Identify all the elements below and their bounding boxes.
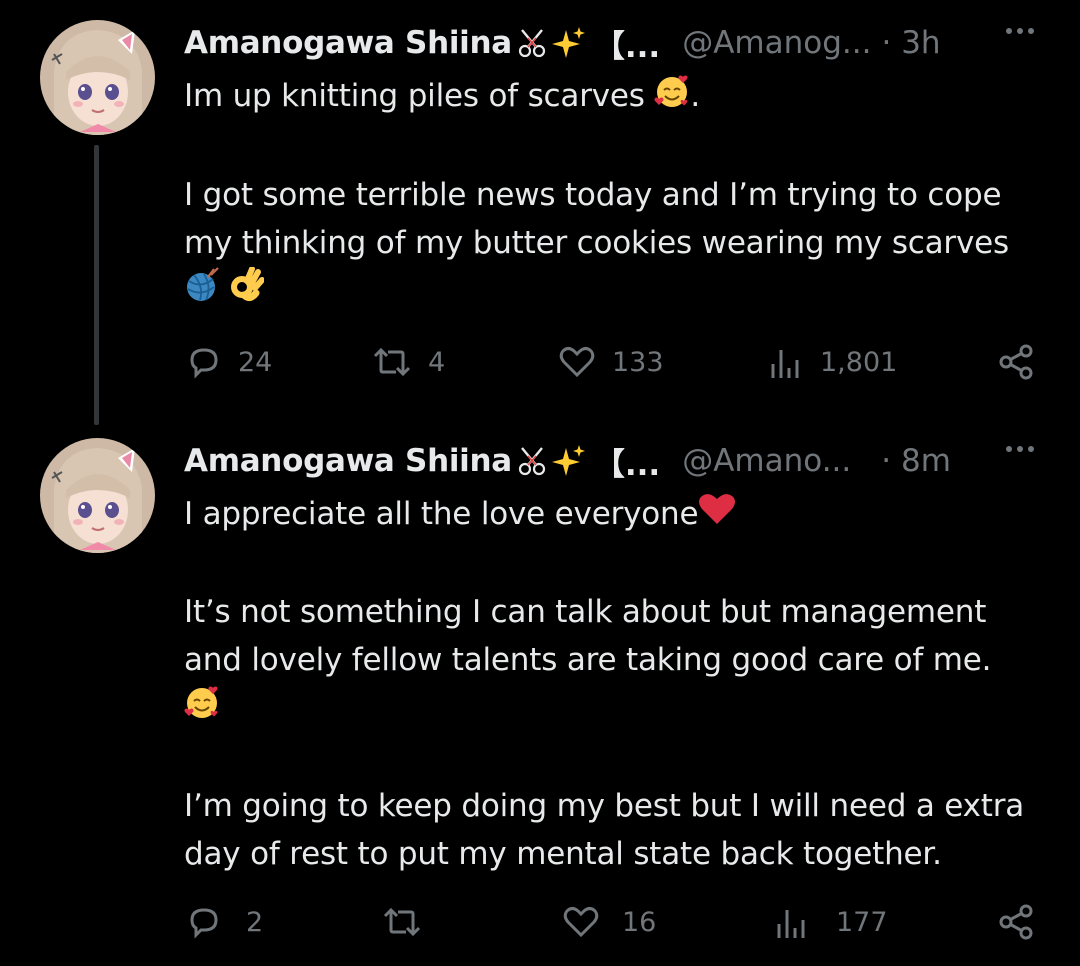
tweet[interactable]: Amanogawa Shiina 【... @Amanog... · 3h Im… — [0, 0, 1080, 425]
tweet-line: Im up knitting piles of scarves . — [184, 72, 1040, 123]
reply-count: 2 — [246, 906, 264, 938]
heart-icon — [559, 347, 595, 378]
timestamp[interactable]: · 3h — [881, 25, 940, 61]
views-button[interactable]: 177 — [772, 900, 888, 944]
smiling-face-with-hearts-icon — [184, 684, 220, 734]
smiling-face-with-hearts-icon — [654, 73, 690, 123]
tweet-line: I got some terrible news today and I’m t… — [184, 176, 1002, 213]
tweet-header: Amanogawa Shiina 【... @Amano... · 8m — [184, 438, 1040, 484]
scissors-icon — [516, 27, 548, 59]
handle[interactable]: @Amano... — [682, 443, 851, 479]
name-bracket: 【... — [593, 446, 661, 483]
more-options-icon[interactable] — [1006, 28, 1034, 34]
retweet-icon — [383, 907, 421, 937]
like-count: 133 — [612, 346, 664, 378]
share-button[interactable] — [996, 900, 1036, 944]
reply-icon — [190, 908, 218, 939]
name-bracket: 【... — [593, 28, 661, 65]
retweet-button[interactable]: 4 — [370, 340, 445, 384]
heart-icon — [563, 907, 599, 938]
avatar[interactable] — [40, 438, 155, 553]
display-name[interactable]: Amanogawa Shiina — [184, 25, 512, 61]
share-button[interactable] — [996, 340, 1036, 384]
tweet-line: day of rest to put my mental state back … — [184, 836, 942, 872]
more-options-icon[interactable] — [1006, 446, 1034, 452]
retweet-icon — [373, 347, 411, 377]
scissors-icon — [516, 445, 548, 477]
views-button[interactable]: 1,801 — [766, 340, 897, 384]
tweet-line: I appreciate all the love everyone — [184, 496, 699, 532]
like-count: 16 — [622, 906, 657, 938]
sparkles-icon — [551, 444, 586, 478]
share-icon — [999, 344, 1033, 380]
display-name[interactable]: Amanogawa Shiina — [184, 443, 512, 479]
share-icon — [999, 904, 1033, 940]
analytics-icon — [777, 910, 805, 938]
view-count: 1,801 — [820, 346, 898, 378]
reply-count: 24 — [238, 346, 273, 378]
reply-button[interactable]: 24 — [184, 340, 272, 384]
tweet[interactable]: Amanogawa Shiina 【... @Amano... · 8m I a… — [0, 420, 1080, 966]
reply-button[interactable]: 2 — [184, 900, 263, 944]
view-count: 177 — [836, 906, 888, 938]
tweet-line: and lovely fellow talents are taking goo… — [184, 641, 992, 678]
tweet-body: I appreciate all the love everyone It’s … — [184, 490, 1040, 878]
tweet-actions: 2 16 177 — [184, 900, 1040, 944]
tweet-line: It’s not something I can talk about but … — [184, 593, 987, 630]
red-heart-icon — [698, 492, 736, 540]
avatar[interactable] — [40, 20, 155, 135]
tweet-line: I’m going to keep doing my best but I wi… — [184, 788, 1025, 824]
tweet-header: Amanogawa Shiina 【... @Amanog... · 3h — [184, 20, 1040, 66]
handle[interactable]: @Amanog... — [682, 25, 871, 61]
thread-connector-line — [94, 145, 99, 425]
sparkles-icon — [551, 26, 586, 60]
retweet-count: 4 — [428, 346, 446, 378]
tweet-line: my thinking of my butter cookies wearing… — [184, 224, 1009, 261]
like-button[interactable]: 133 — [556, 340, 664, 384]
timestamp[interactable]: · 8m — [881, 443, 951, 479]
yarn-icon — [184, 267, 220, 317]
tweet-actions: 24 4 133 1,801 — [184, 340, 1040, 384]
tweet-body: Im up knitting piles of scarves . I got … — [184, 72, 1040, 317]
retweet-button[interactable] — [380, 900, 438, 944]
analytics-icon — [771, 350, 799, 378]
reply-icon — [190, 348, 218, 379]
ok-hand-icon — [230, 266, 265, 317]
like-button[interactable]: 16 — [560, 900, 656, 944]
